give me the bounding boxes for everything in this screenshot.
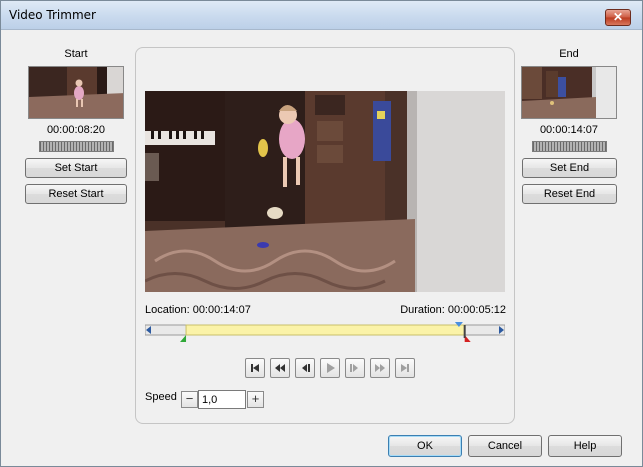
previous-frame-button[interactable] — [295, 358, 315, 378]
next-frame-button[interactable] — [345, 358, 365, 378]
play-icon — [327, 363, 335, 373]
speed-increase-button[interactable]: + — [247, 391, 264, 408]
next-frame-icon — [350, 364, 358, 372]
ok-button[interactable]: OK — [388, 435, 462, 457]
go-to-end-button[interactable] — [395, 358, 415, 378]
video-preview[interactable] — [145, 91, 505, 292]
cancel-button[interactable]: Cancel — [468, 435, 542, 457]
reset-end-button[interactable]: Reset End — [522, 184, 617, 204]
window-title: Video Trimmer — [9, 8, 96, 22]
fast-forward-icon — [375, 364, 385, 372]
location-readout: Location: 00:00:14:07 — [145, 304, 251, 316]
set-end-button[interactable]: Set End — [522, 158, 617, 178]
speed-input[interactable] — [198, 390, 246, 409]
fast-forward-button[interactable] — [370, 358, 390, 378]
duration-readout: Duration: 00:00:05:12 — [400, 304, 506, 316]
start-frame-scrubber[interactable] — [39, 141, 114, 152]
speed-decrease-button[interactable]: − — [181, 391, 198, 408]
end-label: End — [559, 48, 579, 60]
minus-icon: − — [185, 391, 194, 406]
trim-region — [185, 324, 466, 336]
close-icon: ✕ — [612, 10, 624, 24]
set-start-button[interactable]: Set Start — [25, 158, 127, 178]
end-marker-line — [463, 325, 466, 338]
skip-to-start-icon — [251, 364, 259, 372]
previous-frame-icon — [302, 364, 310, 372]
rewind-icon — [275, 364, 285, 372]
skip-to-end-icon — [401, 364, 409, 372]
start-marker — [180, 335, 187, 342]
rewind-button[interactable] — [270, 358, 290, 378]
go-to-start-button[interactable] — [245, 358, 265, 378]
speed-label: Speed — [145, 391, 177, 403]
end-frame-scrubber[interactable] — [532, 141, 607, 152]
close-button[interactable]: ✕ — [605, 9, 631, 26]
end-timecode: 00:00:14:07 — [539, 124, 599, 136]
trim-timeline[interactable] — [145, 322, 505, 342]
start-timecode: 00:00:08:20 — [46, 124, 106, 136]
title-bar[interactable]: Video Trimmer ✕ — [1, 1, 642, 30]
end-thumbnail — [521, 66, 617, 119]
help-button[interactable]: Help — [548, 435, 622, 457]
start-thumbnail — [28, 66, 124, 119]
play-button[interactable] — [320, 358, 340, 378]
reset-start-button[interactable]: Reset Start — [25, 184, 127, 204]
plus-icon: + — [251, 391, 260, 406]
start-label: Start — [64, 48, 88, 60]
